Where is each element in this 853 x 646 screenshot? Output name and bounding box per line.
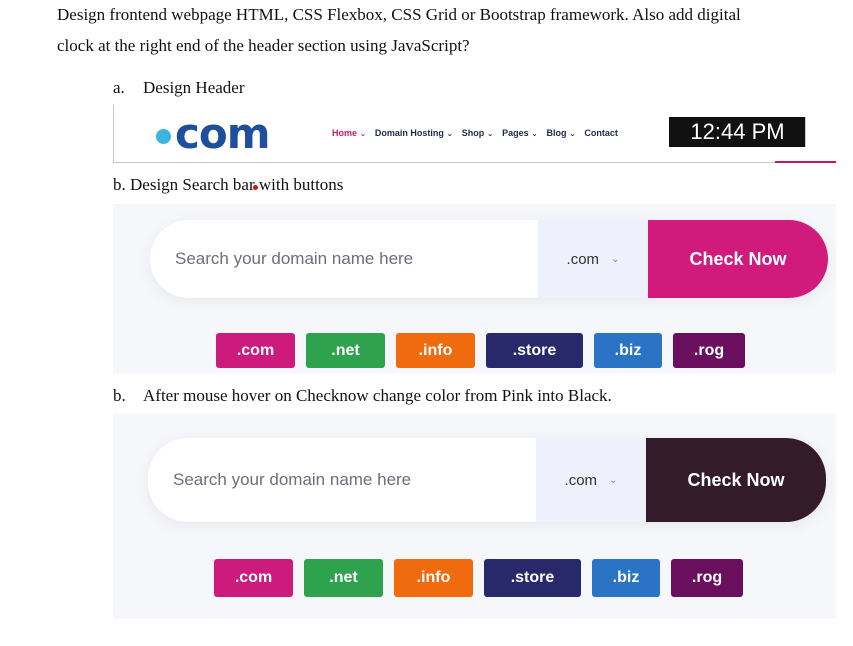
nav-item-label: Contact xyxy=(584,128,618,138)
tag-store[interactable]: .store xyxy=(484,559,581,597)
section-b-heading: b. Design Search bar with buttons xyxy=(113,175,344,194)
search-input-hover[interactable]: Search your domain name here xyxy=(148,438,536,522)
extension-select-hover[interactable]: .com ⌄ xyxy=(536,438,646,522)
clock-border xyxy=(805,117,806,147)
section-a-marker: a. xyxy=(113,78,125,97)
section-a-heading: a. Design Header xyxy=(113,78,245,98)
nav-item-blog[interactable]: Blog ⌄ xyxy=(547,128,576,138)
search-panel-default: Search your domain name here .com ⌄ Check… xyxy=(113,204,836,374)
chevron-down-icon: ⌄ xyxy=(569,131,576,138)
header-screenshot: com Home ⌄ Domain Hosting ⌄ Shop ⌄ Pages ⌄ Blog ⌄… xyxy=(113,105,837,163)
section-c-title: After mouse hover on Checknow change col… xyxy=(143,386,612,405)
search-bar-hover: Search your domain name here .com ⌄ Check… xyxy=(148,438,826,522)
cursor-mark-icon xyxy=(253,185,258,190)
digital-clock: 12:44 PM xyxy=(669,117,806,147)
nav-item-pages[interactable]: Pages ⌄ xyxy=(502,128,537,138)
chevron-down-icon: ⌄ xyxy=(360,131,366,138)
check-now-button-hover[interactable]: Check Now xyxy=(646,438,826,522)
nav-item-domain-hosting[interactable]: Domain Hosting ⌄ xyxy=(375,128,453,138)
tag-rog[interactable]: .rog xyxy=(673,333,745,368)
section-a-title: Design Header xyxy=(143,78,245,97)
tag-biz[interactable]: .biz xyxy=(594,333,662,368)
tag-store[interactable]: .store xyxy=(486,333,583,368)
logo-text: com xyxy=(175,109,271,158)
site-logo[interactable]: com xyxy=(156,109,271,159)
tag-biz[interactable]: .biz xyxy=(592,559,660,597)
nav-item-shop[interactable]: Shop ⌄ xyxy=(462,128,493,138)
chevron-down-icon: ⌄ xyxy=(531,131,538,138)
tag-com[interactable]: .com xyxy=(216,333,295,368)
header-accent-line xyxy=(775,161,836,163)
nav-item-contact[interactable]: Contact xyxy=(584,128,618,138)
logo-dot-icon xyxy=(156,129,171,144)
nav-item-label: Blog xyxy=(546,128,567,138)
tag-net[interactable]: .net xyxy=(304,559,383,597)
chevron-down-icon: ⌄ xyxy=(611,253,620,265)
tag-net[interactable]: .net xyxy=(306,333,385,368)
question-line-1: Design frontend webpage HTML, CSS Flexbo… xyxy=(57,5,741,24)
check-now-button[interactable]: Check Now xyxy=(648,220,828,298)
search-panel-hover: Search your domain name here .com ⌄ Check… xyxy=(113,414,836,619)
main-nav: Home ⌄ Domain Hosting ⌄ Shop ⌄ Pages ⌄ Blog ⌄ Cont… xyxy=(332,128,627,138)
nav-item-label: Pages xyxy=(502,128,529,138)
search-input[interactable]: Search your domain name here xyxy=(150,220,538,298)
nav-item-home[interactable]: Home ⌄ xyxy=(332,128,366,138)
extension-tags: .com .net .info .store .biz .rog xyxy=(216,333,745,368)
section-c-heading: b. After mouse hover on Checknow change c… xyxy=(113,386,612,406)
extension-select-value: .com xyxy=(566,250,600,268)
question-line-2: clock at the right end of the header sec… xyxy=(57,36,470,55)
chevron-down-icon: ⌄ xyxy=(487,131,494,138)
chevron-down-icon: ⌄ xyxy=(446,131,453,138)
tag-rog[interactable]: .rog xyxy=(671,559,743,597)
header-left-border xyxy=(113,105,114,162)
search-bar: Search your domain name here .com ⌄ Check… xyxy=(150,220,828,298)
tag-info[interactable]: .info xyxy=(396,333,475,368)
header-bottom-border xyxy=(113,162,775,163)
nav-item-label: Domain Hosting xyxy=(374,128,444,138)
extension-select-value: .com xyxy=(564,471,598,489)
tag-com[interactable]: .com xyxy=(214,559,293,597)
tag-info[interactable]: .info xyxy=(394,559,473,597)
nav-item-label: Shop xyxy=(461,128,485,138)
section-c-marker: b. xyxy=(113,386,126,405)
chevron-down-icon: ⌄ xyxy=(609,474,618,486)
extension-tags-hover: .com .net .info .store .biz .rog xyxy=(214,559,743,597)
extension-select[interactable]: .com ⌄ xyxy=(538,220,648,298)
nav-item-label: Home xyxy=(332,128,358,138)
